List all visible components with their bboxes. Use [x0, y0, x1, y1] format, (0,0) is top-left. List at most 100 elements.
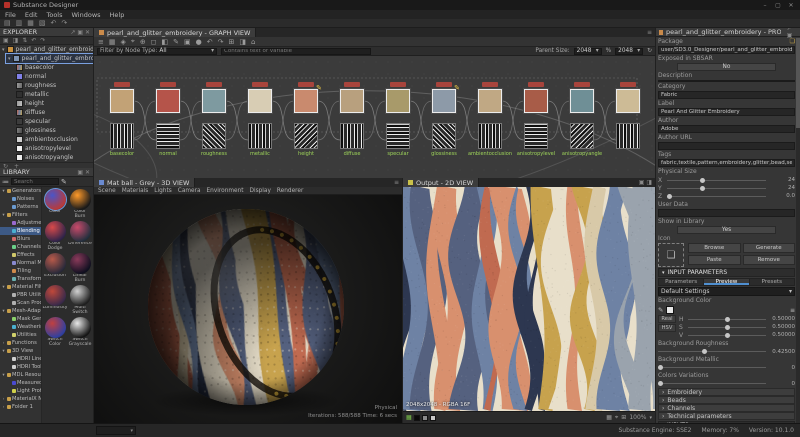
library-tree-item[interactable]: Noises — [0, 195, 41, 203]
graph-node-grayscale[interactable] — [294, 123, 318, 149]
library-tree-item[interactable]: ▾Generators — [0, 187, 41, 195]
graph-node-grayscale[interactable] — [616, 123, 640, 149]
library-tree-item[interactable]: Mask Generators — [0, 315, 41, 323]
library-tree-item[interactable]: Blending — [0, 227, 41, 235]
menu-edit[interactable]: Edit — [25, 11, 38, 19]
pin-icon[interactable]: ✎ — [173, 38, 179, 46]
explorer-output-item[interactable]: diffuse — [0, 108, 93, 117]
graph-node-grayscale[interactable] — [110, 123, 134, 149]
filter-icon[interactable]: ≔ — [2, 178, 9, 186]
save-all-icon[interactable]: ▧ — [39, 19, 46, 27]
slider-track[interactable] — [688, 324, 766, 331]
library-grid-item[interactable]: Exclusion — [43, 253, 67, 284]
color-swatch[interactable] — [666, 306, 674, 314]
graph-node-color[interactable] — [570, 89, 594, 113]
view3d-menu-lights[interactable]: Lights — [154, 188, 172, 194]
library-tree-item[interactable]: HDRI Linear — [0, 355, 41, 363]
graph-tab[interactable]: pearl_and_glitter_embroidery - GRAPH VIE… — [94, 28, 256, 37]
graph-node-grayscale[interactable] — [478, 123, 502, 149]
view3d-viewport[interactable] — [94, 195, 402, 423]
library-tree-item[interactable]: ›Folder 1 — [0, 403, 41, 411]
view2d-tool-icon[interactable]: ⊞ — [621, 414, 626, 421]
background-gray-swatch[interactable] — [422, 415, 428, 421]
zoom-in-icon[interactable]: ⊕ — [140, 38, 146, 46]
align-icon[interactable]: ▣ — [184, 38, 191, 46]
view3d-menu-renderer[interactable]: Renderer — [277, 188, 303, 194]
slider-handle[interactable] — [725, 325, 730, 330]
slider-track[interactable] — [688, 332, 766, 339]
library-tree-item[interactable]: Weathering — [0, 323, 41, 331]
library-grid-item[interactable]: Multi Switch — [68, 285, 92, 316]
graph-node-grayscale[interactable] — [432, 123, 456, 149]
eyedropper-icon[interactable]: ✎ — [658, 306, 663, 314]
library-tree-item[interactable]: PBR Utilities — [0, 291, 41, 299]
library-tree-item[interactable]: Patterns — [0, 203, 41, 211]
explorer-output-item[interactable]: specular — [0, 117, 93, 126]
chevron-down-icon[interactable]: ▾ — [649, 415, 652, 421]
library-tree-item[interactable]: ▾Filters — [0, 211, 41, 219]
explorer-output-item[interactable]: glossiness — [0, 126, 93, 135]
slider-track[interactable] — [658, 364, 766, 371]
explorer-output-item[interactable]: ambientocclusion — [0, 135, 93, 144]
save-icon[interactable]: ▦ — [27, 19, 34, 27]
icon-browse-button[interactable]: Browse — [688, 243, 741, 253]
background-checker-swatch[interactable] — [430, 415, 436, 421]
console-filter-dropdown[interactable]: ▾ — [96, 426, 136, 435]
slider-handle[interactable] — [700, 178, 705, 183]
library-tree-item[interactable]: Normal Map — [0, 259, 41, 267]
library-tree-item[interactable]: ▾Material Filters — [0, 283, 41, 291]
close-button[interactable]: ✕ — [786, 2, 796, 9]
section-technical-parameters[interactable]: ›Technical parameters — [658, 412, 795, 420]
section-embroidery[interactable]: ›Embroidery — [658, 388, 795, 396]
parent-size-width-dropdown[interactable]: 2048 ▾ — [574, 48, 602, 55]
menu-help[interactable]: Help — [110, 11, 125, 19]
graph-node-grayscale[interactable] — [202, 123, 226, 149]
explorer-output-item[interactable]: basecolor — [0, 63, 93, 72]
slider-handle[interactable] — [725, 333, 730, 338]
explorer-tool-icon[interactable]: ↷ — [40, 37, 45, 44]
graph-node-color[interactable]: ✎ — [432, 89, 456, 113]
library-grid-item[interactable]: Color Burn — [68, 189, 92, 220]
graph-node-color[interactable]: ✎ — [294, 89, 318, 113]
library-tree-item[interactable]: ›Functions — [0, 339, 41, 347]
view3d-menu-camera[interactable]: Camera — [178, 188, 201, 194]
color-mode-hsv-button[interactable]: HSV — [658, 324, 676, 332]
refresh-icon[interactable]: ↻ — [647, 48, 652, 54]
tab-presets[interactable]: Presets — [750, 279, 794, 285]
library-tree-item[interactable]: ▾Mesh-Adaptive — [0, 307, 41, 315]
label-field[interactable] — [658, 108, 795, 116]
undo-icon[interactable]: ↶ — [51, 19, 57, 27]
library-tree-item[interactable]: Utilities — [0, 331, 41, 339]
node-list-icon[interactable]: ≡ — [98, 38, 104, 46]
open-package-icon[interactable]: ▥ — [16, 19, 23, 27]
size-link-icon[interactable]: % — [606, 48, 612, 54]
edit-icon[interactable]: ✎ — [61, 178, 67, 186]
icon-paste-button[interactable]: Paste — [688, 255, 741, 265]
split-icon[interactable]: ◨ — [239, 38, 246, 46]
library-tree-item[interactable]: Light Profile — [0, 387, 41, 395]
background-black-swatch[interactable] — [414, 415, 420, 421]
user-data-field[interactable] — [658, 209, 795, 217]
icon-remove-button[interactable]: Remove — [743, 255, 796, 265]
explorer-tool-icon[interactable]: ⇅ — [22, 37, 27, 44]
description-field[interactable] — [658, 80, 795, 82]
view3d-menu-scene[interactable]: Scene — [98, 188, 116, 194]
view2d-viewport[interactable] — [403, 187, 655, 411]
focus-icon[interactable]: ⌖ — [131, 37, 135, 46]
explorer-tool-icon[interactable]: ◨ — [13, 37, 19, 44]
library-tree-item[interactable]: Adjustments — [0, 219, 41, 227]
slider-track[interactable] — [667, 177, 766, 184]
snapshot-icon[interactable]: ◈ — [121, 38, 126, 46]
library-tree-item[interactable]: Tiling — [0, 267, 41, 275]
frame-icon[interactable]: ◻ — [151, 38, 157, 46]
library-tree-item[interactable]: ›MaterialX Nodes — [0, 395, 41, 403]
graph-node-color[interactable] — [156, 89, 180, 113]
slider-handle[interactable] — [702, 349, 707, 354]
new-package-icon[interactable]: ▤ — [4, 19, 11, 27]
preview-icon[interactable]: ● — [196, 38, 202, 46]
graph-node-color[interactable] — [202, 89, 226, 113]
graph-canvas[interactable]: basecolornormalroughnessmetallic✎heightd… — [94, 56, 655, 178]
panel-menu-icon[interactable]: ≡ — [391, 178, 402, 187]
zoom-level[interactable]: 100% — [629, 414, 646, 421]
slider-track[interactable] — [667, 185, 766, 192]
